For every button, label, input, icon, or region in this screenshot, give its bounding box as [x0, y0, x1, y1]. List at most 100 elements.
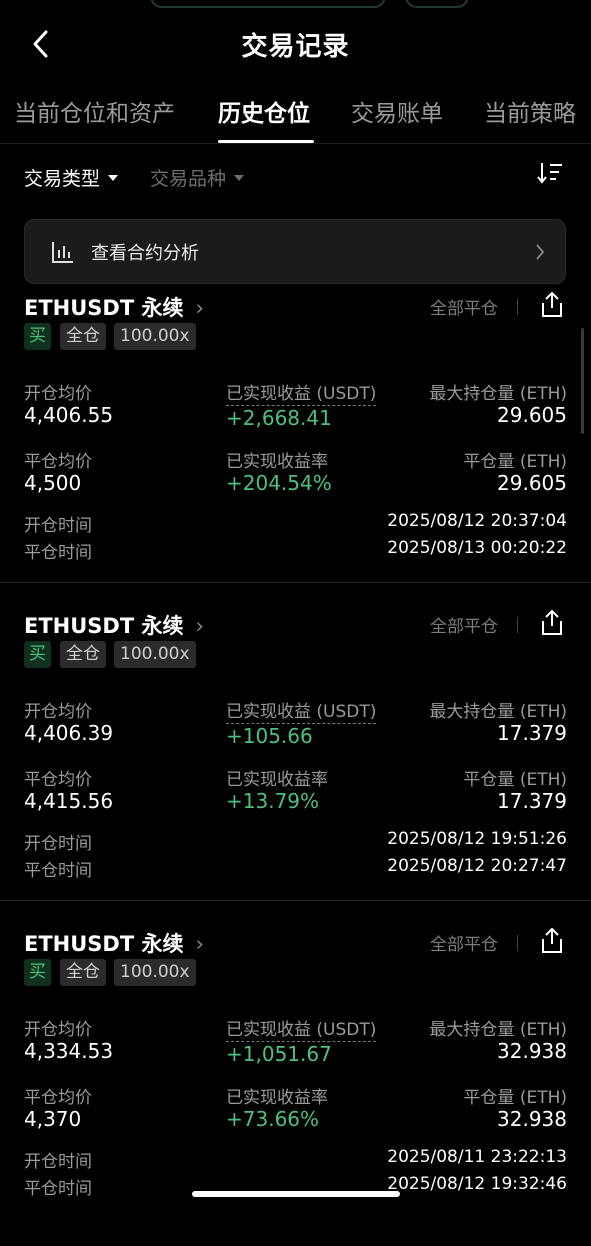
- close-avg-value: 4,500: [24, 471, 82, 495]
- close-time-label: 平仓时间: [24, 861, 92, 881]
- close-time-value: 2025/08/13 00:20:22: [387, 538, 567, 558]
- realized-pnl-rate-label: 已实现收益率: [226, 452, 328, 472]
- open-time-value: 2025/08/11 23:22:13: [387, 1147, 567, 1167]
- close-qty-label: 平仓量 (ETH): [463, 770, 567, 790]
- chevron-right-icon: [536, 244, 545, 260]
- caret-down-icon: [108, 174, 119, 181]
- open-time-value: 2025/08/12 20:37:04: [387, 511, 567, 531]
- close-avg-label: 平仓均价: [24, 770, 92, 790]
- close-time-label: 平仓时间: [24, 1179, 92, 1199]
- max-position-label: 最大持仓量 (ETH): [429, 1020, 567, 1040]
- margin-mode-badge: 全仓: [60, 323, 106, 350]
- close-all-button[interactable]: 全部平仓: [430, 294, 498, 319]
- page-title: 交易记录: [241, 32, 350, 62]
- side-badge: 买: [24, 959, 51, 986]
- max-position-value: 17.379: [497, 721, 567, 745]
- open-avg-value: 4,406.55: [24, 403, 114, 427]
- max-position-value: 32.938: [497, 1039, 567, 1063]
- home-indicator[interactable]: [192, 1191, 400, 1197]
- max-position-label: 最大持仓量 (ETH): [429, 702, 567, 722]
- max-position-value: 29.605: [497, 403, 567, 427]
- close-time-value: 2025/08/12 19:32:46: [387, 1174, 567, 1194]
- realized-pnl-value: +105.66: [226, 724, 313, 748]
- tab-trade-bills[interactable]: 交易账单: [351, 94, 443, 128]
- trade-type-label: 交易类型: [24, 168, 101, 190]
- contract-analysis-label: 查看合约分析: [91, 243, 199, 264]
- open-avg-value: 4,406.39: [24, 721, 114, 745]
- open-time-label: 开仓时间: [24, 834, 92, 854]
- symbol-link[interactable]: ETHUSDT 永续 ›: [24, 928, 204, 958]
- chevron-right-icon: ›: [195, 296, 204, 320]
- open-avg-label: 开仓均价: [24, 384, 92, 404]
- symbol-link[interactable]: ETHUSDT 永续 ›: [24, 610, 204, 640]
- close-avg-value: 4,415.56: [24, 789, 114, 813]
- symbol-label: ETHUSDT 永续: [24, 614, 184, 638]
- realized-pnl-rate-label: 已实现收益率: [226, 1088, 328, 1108]
- open-time-label: 开仓时间: [24, 1152, 92, 1172]
- side-badge: 买: [24, 641, 51, 668]
- open-avg-label: 开仓均价: [24, 1020, 92, 1040]
- card-divider: [0, 900, 591, 901]
- close-avg-label: 平仓均价: [24, 1088, 92, 1108]
- position-card: ETHUSDT 永续 › 全部平仓 买 全仓 100.00x 开仓均价 已实现收益…: [0, 292, 591, 610]
- close-qty-value: 17.379: [497, 789, 567, 813]
- header: 交易记录: [0, 0, 591, 90]
- chevron-right-icon: ›: [195, 932, 204, 956]
- tabs-divider: [0, 143, 591, 144]
- bar-chart-icon: [52, 242, 73, 263]
- realized-pnl-rate-value: +204.54%: [226, 471, 332, 495]
- close-avg-label: 平仓均价: [24, 452, 92, 472]
- card-divider: [0, 582, 591, 583]
- tab-position-history[interactable]: 历史仓位: [218, 94, 310, 128]
- contract-analysis-entry[interactable]: 查看合约分析: [24, 219, 566, 284]
- position-card: ETHUSDT 永续 › 全部平仓 买 全仓 100.00x 开仓均价 已实现收益…: [0, 928, 591, 1246]
- instrument-dropdown[interactable]: 交易品种: [150, 164, 245, 191]
- max-position-label: 最大持仓量 (ETH): [429, 384, 567, 404]
- tab-current-strategies[interactable]: 当前策略: [484, 94, 576, 128]
- margin-mode-badge: 全仓: [60, 959, 106, 986]
- tab-current-positions[interactable]: 当前仓位和资产: [14, 94, 175, 128]
- symbol-link[interactable]: ETHUSDT 永续 ›: [24, 292, 204, 322]
- realized-pnl-rate-value: +13.79%: [226, 789, 320, 813]
- realized-pnl-rate-label: 已实现收益率: [226, 770, 328, 790]
- realized-pnl-rate-value: +73.66%: [226, 1107, 320, 1131]
- instrument-label: 交易品种: [150, 168, 227, 190]
- leverage-badge: 100.00x: [114, 641, 196, 668]
- close-all-button[interactable]: 全部平仓: [430, 930, 498, 955]
- leverage-badge: 100.00x: [114, 323, 196, 350]
- open-avg-label: 开仓均价: [24, 702, 92, 722]
- separator: [517, 299, 518, 315]
- separator: [517, 617, 518, 633]
- tab-bar: 当前仓位和资产 历史仓位 交易账单 当前策略: [0, 88, 591, 144]
- trade-type-dropdown[interactable]: 交易类型: [24, 164, 119, 191]
- side-badge: 买: [24, 323, 51, 350]
- share-icon[interactable]: [540, 610, 564, 636]
- realized-pnl-label[interactable]: 已实现收益 (USDT): [226, 702, 377, 724]
- close-qty-label: 平仓量 (ETH): [463, 1088, 567, 1108]
- separator: [517, 935, 518, 951]
- realized-pnl-value: +1,051.67: [226, 1042, 332, 1066]
- close-qty-value: 32.938: [497, 1107, 567, 1131]
- close-avg-value: 4,370: [24, 1107, 82, 1131]
- realized-pnl-value: +2,668.41: [226, 406, 332, 430]
- realized-pnl-label[interactable]: 已实现收益 (USDT): [226, 384, 377, 406]
- close-qty-value: 29.605: [497, 471, 567, 495]
- symbol-label: ETHUSDT 永续: [24, 296, 184, 320]
- position-card: ETHUSDT 永续 › 全部平仓 买 全仓 100.00x 开仓均价 已实现收益…: [0, 610, 591, 928]
- close-qty-label: 平仓量 (ETH): [463, 452, 567, 472]
- share-icon[interactable]: [540, 928, 564, 954]
- realized-pnl-label[interactable]: 已实现收益 (USDT): [226, 1020, 377, 1042]
- close-time-value: 2025/08/12 20:27:47: [387, 856, 567, 876]
- margin-mode-badge: 全仓: [60, 641, 106, 668]
- open-time-label: 开仓时间: [24, 516, 92, 536]
- sort-icon[interactable]: [536, 160, 564, 186]
- close-time-label: 平仓时间: [24, 543, 92, 563]
- chevron-right-icon: ›: [195, 614, 204, 638]
- open-avg-value: 4,334.53: [24, 1039, 114, 1063]
- symbol-label: ETHUSDT 永续: [24, 932, 184, 956]
- open-time-value: 2025/08/12 19:51:26: [387, 829, 567, 849]
- share-icon[interactable]: [540, 292, 564, 318]
- leverage-badge: 100.00x: [114, 959, 196, 986]
- caret-down-icon: [234, 174, 245, 181]
- close-all-button[interactable]: 全部平仓: [430, 612, 498, 637]
